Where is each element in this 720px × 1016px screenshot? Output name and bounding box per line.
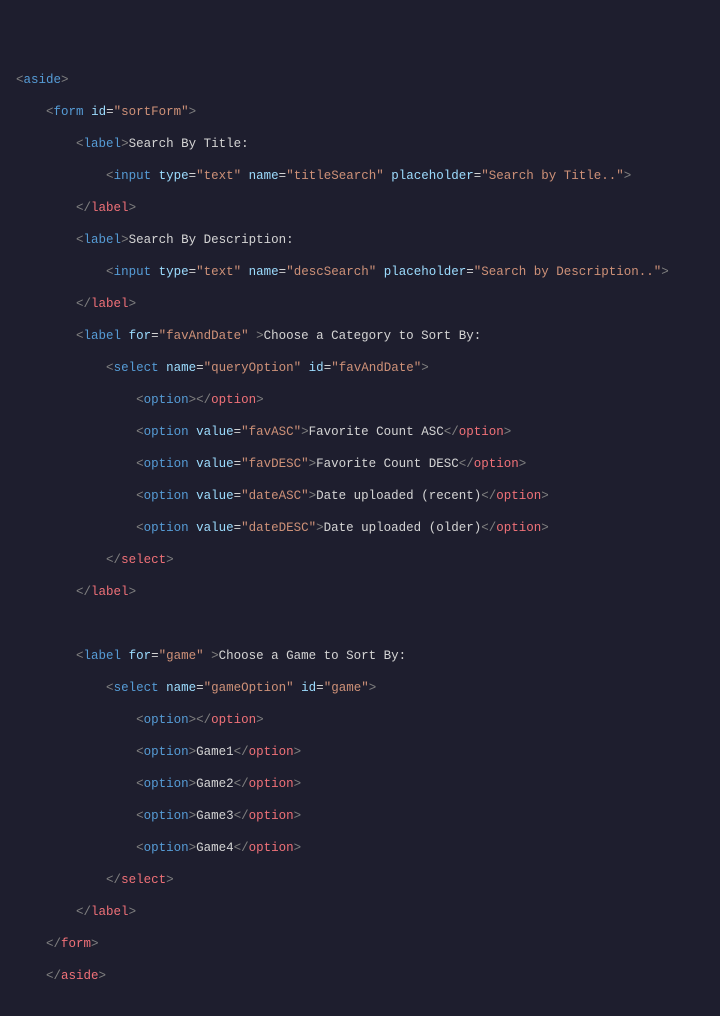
code-line: </select> <box>0 552 720 568</box>
code-line: <option></option> <box>0 392 720 408</box>
code-line: </aside> <box>0 968 720 984</box>
attr-id: id <box>91 105 106 119</box>
code-line: <option value="dateASC">Date uploaded (r… <box>0 488 720 504</box>
text-choose-category: Choose a Category to Sort By: <box>264 329 482 343</box>
code-line: <option value="favASC">Favorite Count AS… <box>0 424 720 440</box>
tag-option: option <box>144 393 189 407</box>
code-line: <option>Game1</option> <box>0 744 720 760</box>
code-line: </label> <box>0 904 720 920</box>
text-game1: Game1 <box>196 745 234 759</box>
code-line: <label>Search By Title: <box>0 136 720 152</box>
code-line: <option>Game4</option> <box>0 840 720 856</box>
code-line: <option>Game2</option> <box>0 776 720 792</box>
code-line: <input type="text" name="descSearch" pla… <box>0 264 720 280</box>
tag-select-close: select <box>121 553 166 567</box>
code-line: </label> <box>0 200 720 216</box>
code-line: </form> <box>0 936 720 952</box>
code-line: <option value="dateDESC">Date uploaded (… <box>0 520 720 536</box>
code-line-blank <box>0 616 720 632</box>
code-line: <form id="sortForm"> <box>0 104 720 120</box>
code-line: </label> <box>0 296 720 312</box>
text-search-desc: Search By Description: <box>129 233 294 247</box>
code-line: <option value="favDESC">Favorite Count D… <box>0 456 720 472</box>
code-line: </select> <box>0 872 720 888</box>
code-line: <label for="favAndDate" >Choose a Catego… <box>0 328 720 344</box>
tag-label-open: label <box>84 137 122 151</box>
bracket: > <box>61 73 69 87</box>
text-favasc: Favorite Count ASC <box>309 425 444 439</box>
code-line: <input type="text" name="titleSearch" pl… <box>0 168 720 184</box>
text-game2: Game2 <box>196 777 234 791</box>
tag-label-close: label <box>91 201 129 215</box>
code-line: <label for="game" >Choose a Game to Sort… <box>0 648 720 664</box>
text-favdesc: Favorite Count DESC <box>316 457 459 471</box>
code-line: <option></option> <box>0 712 720 728</box>
val-title-placeholder: "Search by Title.." <box>481 169 624 183</box>
tag-form-close: form <box>61 937 91 951</box>
code-line: <option>Game3</option> <box>0 808 720 824</box>
val-sortForm: "sortForm" <box>114 105 189 119</box>
tag-input: input <box>114 169 152 183</box>
code-line: <select name="queryOption" id="favAndDat… <box>0 360 720 376</box>
text-choose-game: Choose a Game to Sort By: <box>219 649 407 663</box>
text-datedesc: Date uploaded (older) <box>324 521 482 535</box>
text-dateasc: Date uploaded (recent) <box>316 489 481 503</box>
tag-select-open: select <box>114 361 159 375</box>
tag-form-open: form <box>54 105 84 119</box>
bracket: < <box>16 73 24 87</box>
code-line: <label>Search By Description: <box>0 232 720 248</box>
val-desc-placeholder: "Search by Description.." <box>474 265 662 279</box>
code-line: <select name="gameOption" id="game"> <box>0 680 720 696</box>
text-game4: Game4 <box>196 841 234 855</box>
code-line: </label> <box>0 584 720 600</box>
text-search-title: Search By Title: <box>129 137 249 151</box>
tag-aside-close: aside <box>61 969 99 983</box>
tag-aside-open: aside <box>24 73 62 87</box>
text-game3: Game3 <box>196 809 234 823</box>
code-line: <aside> <box>0 72 720 88</box>
